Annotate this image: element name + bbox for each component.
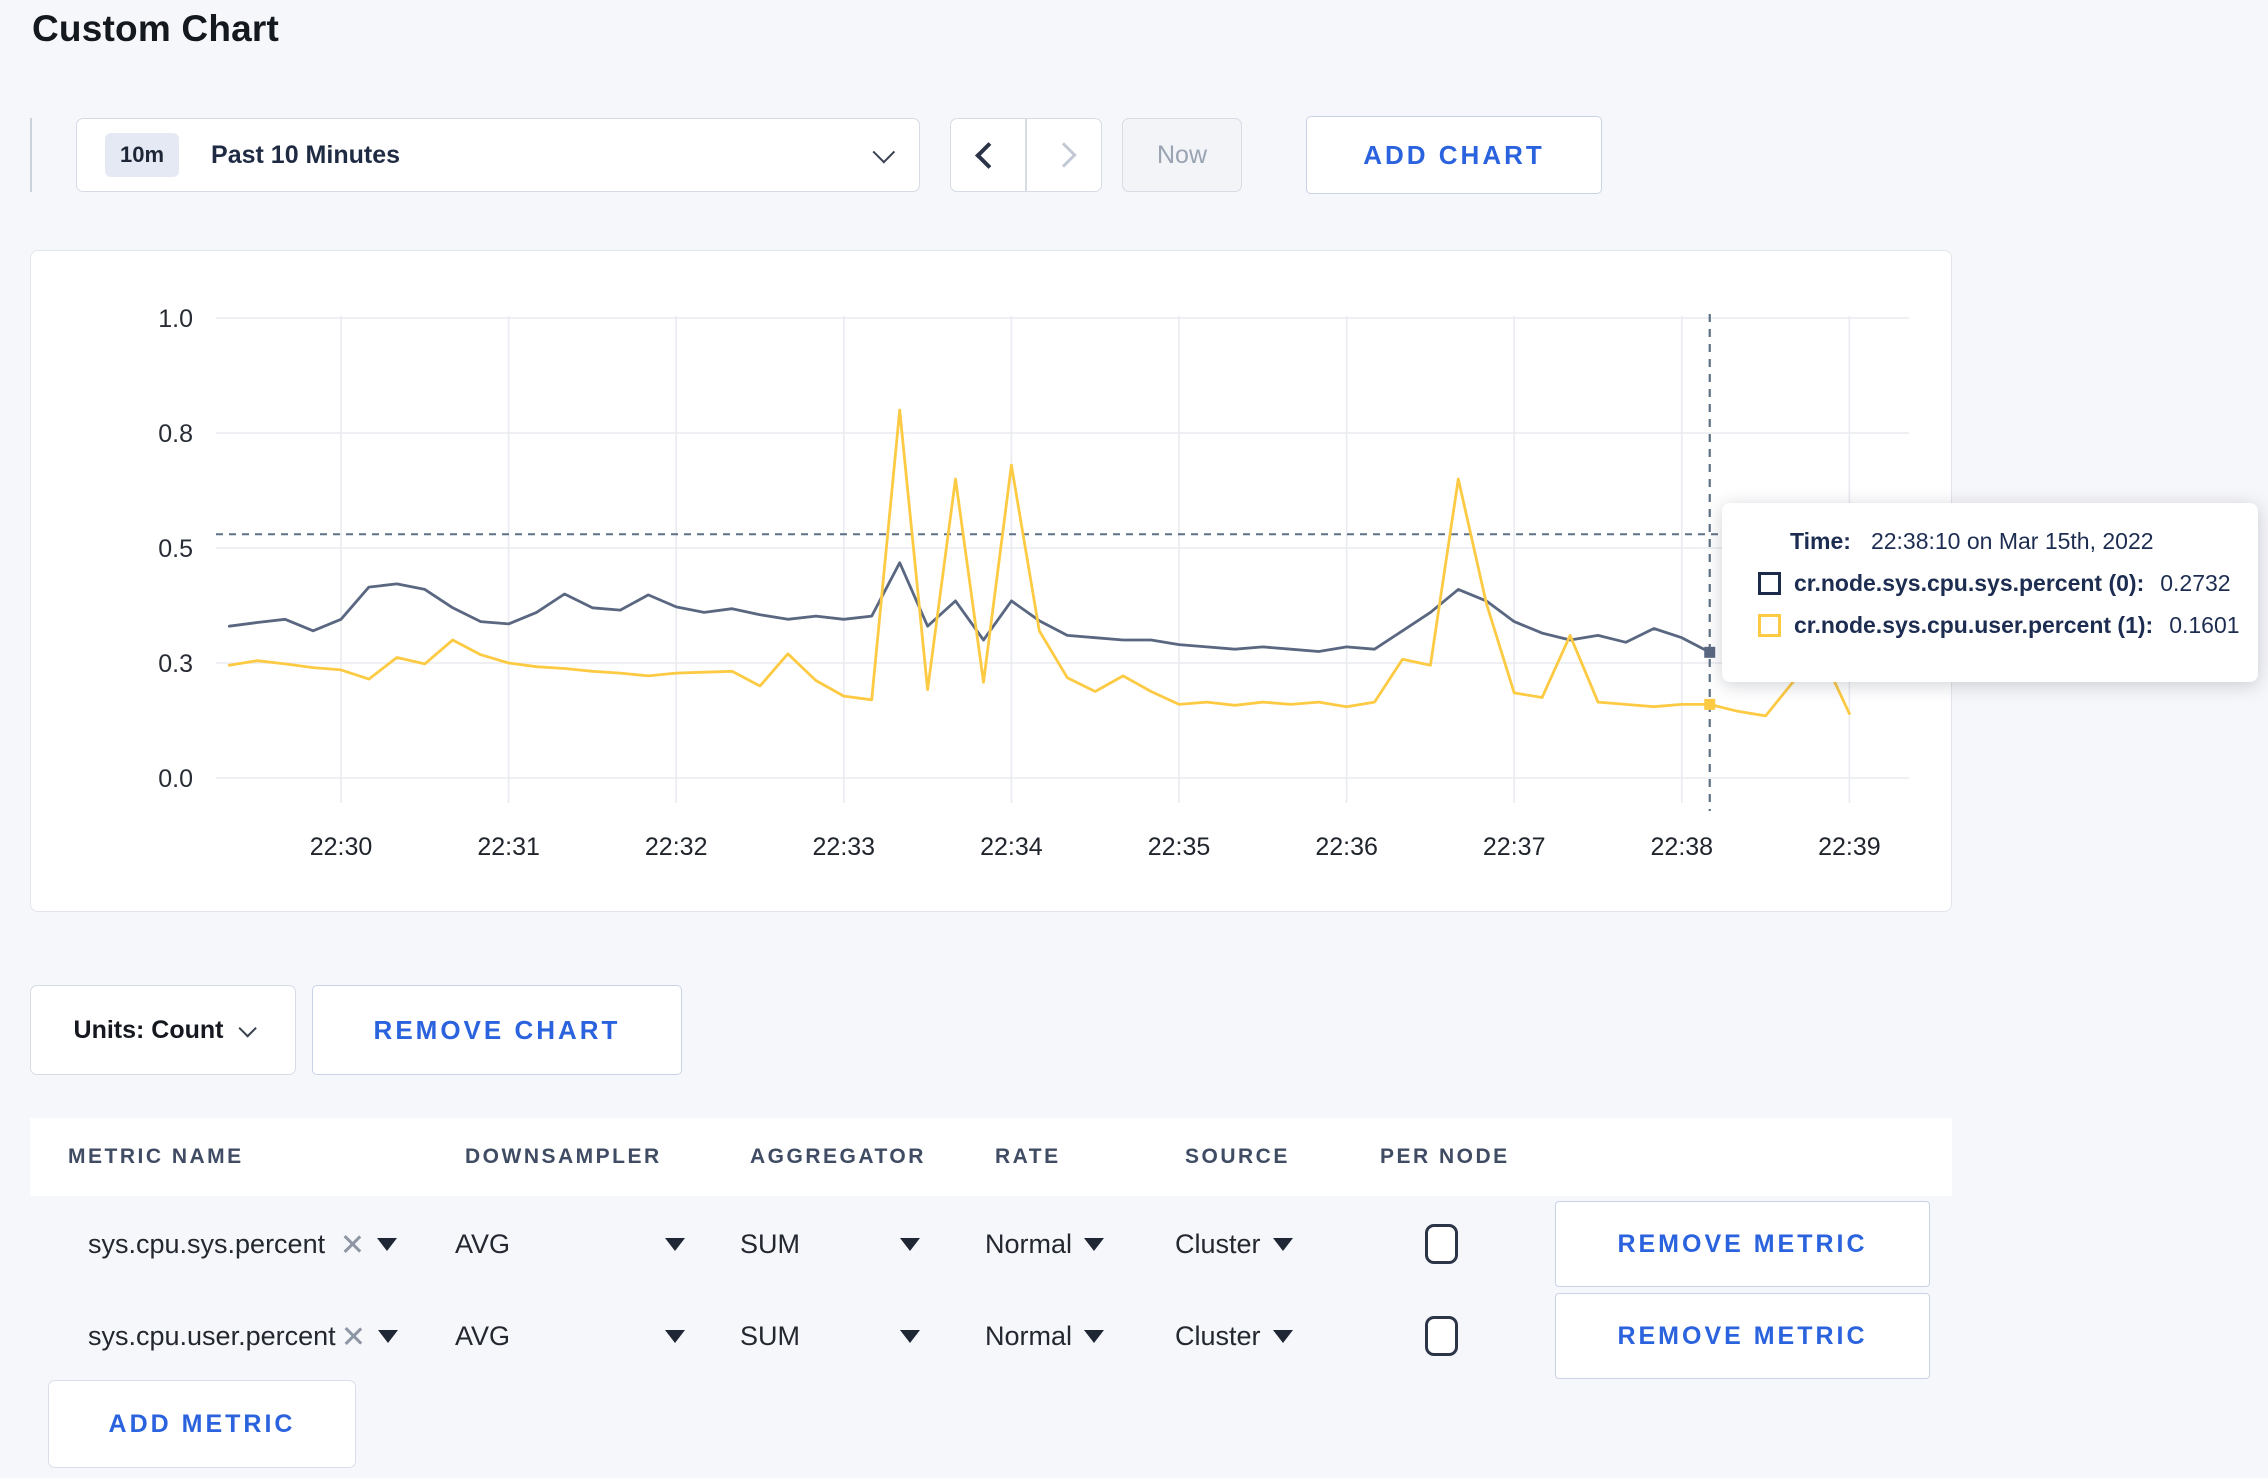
chart-card: 0.0 0.3 0.5 0.8 1.0 22:30 22:31 22:32 22:33 22:34… [30, 250, 1952, 912]
per-node-checkbox[interactable] [1425, 1316, 1458, 1356]
series-color-swatch [1758, 572, 1781, 595]
downsampler-select[interactable]: AVG [455, 1321, 685, 1352]
series-line [227, 408, 1851, 718]
dropdown-triangle-icon [1272, 1237, 1293, 1251]
custom-chart-page: Custom Chart 10m Past 10 Minutes Now ADD… [0, 0, 2268, 1478]
tooltip-series-value: 0.2732 [2160, 570, 2231, 596]
units-dropdown[interactable]: Units: Count [30, 985, 296, 1075]
x-axis-tick-label: 22:30 [310, 833, 373, 861]
toolbar-left-rule [30, 118, 32, 192]
dropdown-triangle-icon[interactable] [377, 1237, 398, 1251]
aggregator-select[interactable]: SUM [740, 1229, 920, 1260]
y-axis-tick-label: 0.0 [158, 765, 193, 793]
chevron-down-icon [872, 140, 896, 164]
x-axis-tick-label: 22:35 [1148, 833, 1211, 861]
column-header-source: SOURCE [1185, 1145, 1290, 1168]
crosshair-marker [1704, 646, 1716, 658]
units-label: Units: Count [73, 1015, 224, 1044]
dropdown-triangle-icon [1084, 1329, 1105, 1343]
series-color-swatch [1758, 614, 1781, 637]
chart-svg[interactable]: 0.0 0.3 0.5 0.8 1.0 22:30 22:31 22:32 22:33 22:34… [31, 251, 1953, 913]
time-window-label: Past 10 Minutes [211, 140, 400, 169]
add-chart-button[interactable]: ADD CHART [1306, 116, 1602, 194]
per-node-checkbox[interactable] [1425, 1224, 1458, 1264]
page-title: Custom Chart [32, 8, 280, 49]
column-header-per-node: PER NODE [1380, 1145, 1510, 1168]
dropdown-triangle-icon [900, 1237, 920, 1251]
rate-select[interactable]: Normal [985, 1321, 1105, 1352]
time-range-dropdown[interactable]: 10m Past 10 Minutes [76, 118, 920, 192]
metric-row: sys.cpu.sys.percent AVG SUM Normal Clust… [30, 1198, 1952, 1290]
x-axis-tick-label: 22:39 [1818, 833, 1881, 861]
source-select[interactable]: Cluster [1175, 1229, 1293, 1260]
time-step-buttons [950, 118, 1102, 192]
dropdown-triangle-icon [1272, 1329, 1293, 1343]
x-axis-tick-label: 22:36 [1315, 833, 1378, 861]
next-time-button[interactable] [1027, 119, 1101, 191]
tooltip-time-label: Time: [1790, 528, 1851, 554]
dropdown-triangle-icon [665, 1329, 685, 1343]
dropdown-triangle-icon [665, 1237, 685, 1251]
x-axis-tick-label: 22:31 [477, 833, 540, 861]
crosshair-marker [1704, 698, 1716, 710]
rate-select[interactable]: Normal [985, 1229, 1105, 1260]
source-select[interactable]: Cluster [1175, 1321, 1293, 1352]
metrics-table-header: METRIC NAME DOWNSAMPLER AGGREGATOR RATE … [30, 1118, 1952, 1196]
tooltip-series-name: cr.node.sys.cpu.user.percent (1): [1794, 612, 2154, 638]
column-header-aggregator: AGGREGATOR [750, 1145, 926, 1168]
metric-row: sys.cpu.user.percent AVG SUM Normal Clus… [30, 1290, 1952, 1382]
column-header-downsampler: DOWNSAMPLER [465, 1145, 662, 1168]
add-metric-button[interactable]: ADD METRIC [48, 1380, 356, 1468]
chevron-right-icon [1051, 142, 1077, 168]
x-axis-tick-label: 22:37 [1483, 833, 1546, 861]
chevron-left-icon [974, 141, 1002, 169]
column-header-rate: RATE [995, 1145, 1061, 1168]
remove-metric-button[interactable]: REMOVE METRIC [1555, 1201, 1930, 1287]
x-axis-tick-label: 22:34 [980, 833, 1043, 861]
remove-metric-button[interactable]: REMOVE METRIC [1555, 1293, 1930, 1379]
chart-tooltip: Time: 22:38:10 on Mar 15th, 2022 cr.node… [1722, 503, 2258, 682]
tooltip-series-value: 0.1601 [2169, 612, 2240, 638]
column-header-metric-name: METRIC NAME [68, 1145, 244, 1168]
close-icon[interactable] [341, 1233, 363, 1255]
y-axis-tick-label: 0.5 [158, 535, 193, 563]
downsampler-select[interactable]: AVG [455, 1229, 685, 1260]
metric-name-select[interactable]: sys.cpu.sys.percent [88, 1229, 325, 1260]
aggregator-select[interactable]: SUM [740, 1321, 920, 1352]
metric-name-select[interactable]: sys.cpu.user.percent [88, 1321, 336, 1352]
remove-chart-button[interactable]: REMOVE CHART [312, 985, 682, 1075]
dropdown-triangle-icon[interactable] [377, 1329, 398, 1343]
dropdown-triangle-icon [1084, 1237, 1105, 1251]
close-icon[interactable] [342, 1325, 364, 1347]
y-axis-tick-label: 1.0 [158, 305, 193, 333]
now-button[interactable]: Now [1122, 118, 1242, 192]
y-axis-tick-label: 0.8 [158, 420, 193, 448]
tooltip-time-value: 22:38:10 on Mar 15th, 2022 [1870, 528, 2154, 554]
chevron-down-icon [238, 1018, 258, 1038]
x-axis-tick-label: 22:33 [813, 833, 876, 861]
x-axis-tick-label: 22:38 [1651, 833, 1714, 861]
prev-time-button[interactable] [951, 119, 1025, 191]
dropdown-triangle-icon [900, 1329, 920, 1343]
y-axis-tick-label: 0.3 [158, 650, 193, 678]
x-axis-tick-label: 22:32 [645, 833, 708, 861]
tooltip-series-name: cr.node.sys.cpu.sys.percent (0): [1794, 570, 2145, 596]
time-window-badge: 10m [105, 133, 180, 177]
